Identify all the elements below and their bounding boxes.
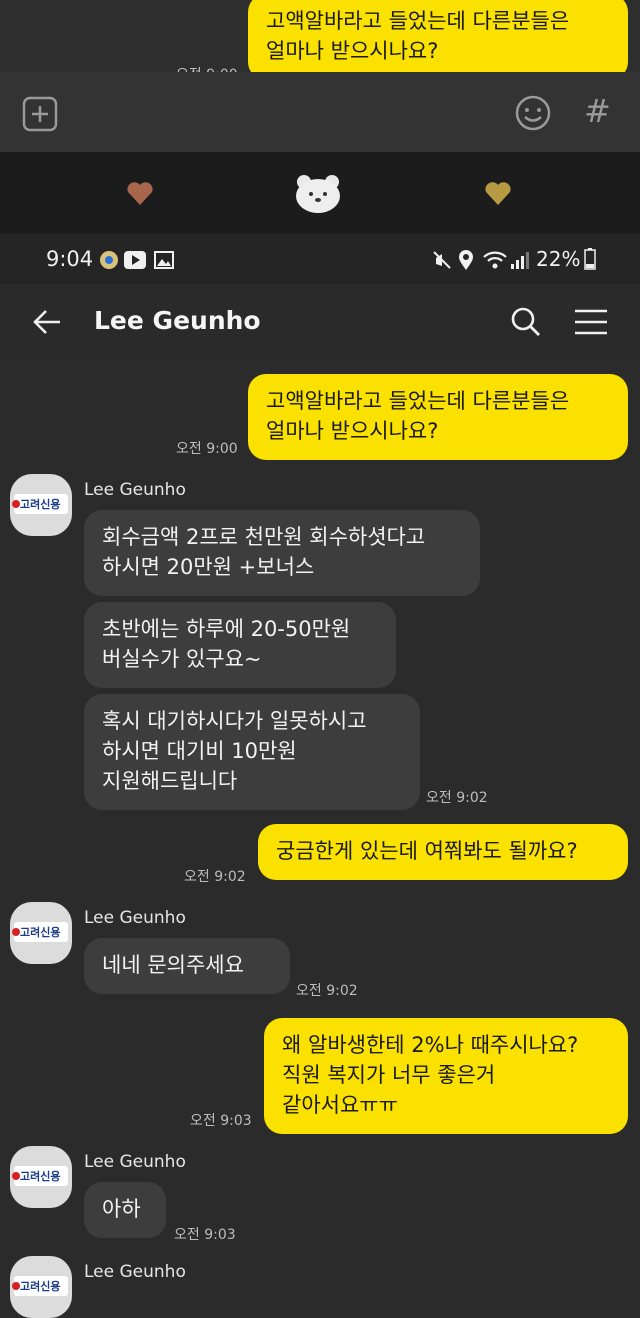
message-time: 오전 9:00 xyxy=(176,441,238,457)
gallery-icon xyxy=(154,251,174,273)
message-bubble-mine: 고액알바라고 들었는데 다른분들은 얼마나 받으시나요? xyxy=(248,374,628,460)
input-bar: # xyxy=(0,72,640,152)
battery-icon xyxy=(584,248,596,274)
heart-brown-icon[interactable] xyxy=(126,180,154,210)
battery-percent: 22% xyxy=(536,247,581,271)
avatar[interactable]: 고려신용 xyxy=(10,474,72,536)
message-time: 오전 9:02 xyxy=(426,790,488,806)
message-bubble-mine: 왜 알바생한테 2%나 때주시나요? 직원 복지가 너무 좋은거 같아서요ㅠㅠ xyxy=(264,1018,628,1134)
avatar[interactable]: 고려신용 xyxy=(10,1256,72,1318)
chat-area[interactable]: 고액알바라고 들었는데 다른분들은 얼마나 받으시나요? 오전 9:00 고려신… xyxy=(0,360,640,1318)
message-bubble-other: 아하 xyxy=(84,1182,166,1238)
sender-name: Lee Geunho xyxy=(84,1262,186,1282)
wifi-icon xyxy=(482,250,508,274)
menu-icon[interactable] xyxy=(574,308,608,340)
message-bubble-other: 네네 문의주세요 xyxy=(84,938,290,994)
chat-title: Lee Geunho xyxy=(94,306,261,335)
emoji-tray xyxy=(0,152,640,234)
location-icon xyxy=(458,249,474,275)
message-time: 오전 9:03 xyxy=(174,1227,236,1243)
status-bar: 9:04 22% xyxy=(0,234,640,284)
search-icon[interactable] xyxy=(510,306,542,342)
app-notification-icon xyxy=(98,249,120,275)
message-bubble-mine: 고액알바라고 들었는데 다른분들은 얼마나 받으시나요? xyxy=(248,0,628,80)
mute-icon xyxy=(432,250,452,274)
plus-square-icon[interactable] xyxy=(22,96,58,132)
bear-face-icon[interactable] xyxy=(294,172,342,218)
hashtag-button[interactable]: # xyxy=(584,92,611,130)
message-time: 오전 9:02 xyxy=(296,983,358,999)
back-arrow-icon[interactable] xyxy=(32,308,62,340)
sender-name: Lee Geunho xyxy=(84,908,186,928)
message-bubble-other: 혹시 대기하시다가 일못하시고 하시면 대기비 10만원 지원해드립니다 xyxy=(84,694,420,810)
youtube-icon xyxy=(124,251,146,273)
message-bubble-other: 초반에는 하루에 20-50만원 버실수가 있구요~ xyxy=(84,602,396,688)
smiley-icon[interactable] xyxy=(514,94,552,132)
message-bubble-other: 회수금액 2프로 천만원 회수하셧다고 하시면 20만원 +보너스 xyxy=(84,510,480,596)
sender-name: Lee Geunho xyxy=(84,480,186,500)
message-time: 오전 9:03 xyxy=(190,1113,252,1129)
message-time: 오전 9:02 xyxy=(184,869,246,885)
message-bubble-mine: 궁금한게 있는데 여쭤봐도 될까요? xyxy=(258,824,628,880)
heart-gold-icon[interactable] xyxy=(484,180,512,210)
chat-header: Lee Geunho xyxy=(0,284,640,360)
signal-icon xyxy=(510,250,530,274)
avatar[interactable]: 고려신용 xyxy=(10,1146,72,1208)
avatar[interactable]: 고려신용 xyxy=(10,902,72,964)
sender-name: Lee Geunho xyxy=(84,1152,186,1172)
status-time: 9:04 xyxy=(46,247,94,271)
